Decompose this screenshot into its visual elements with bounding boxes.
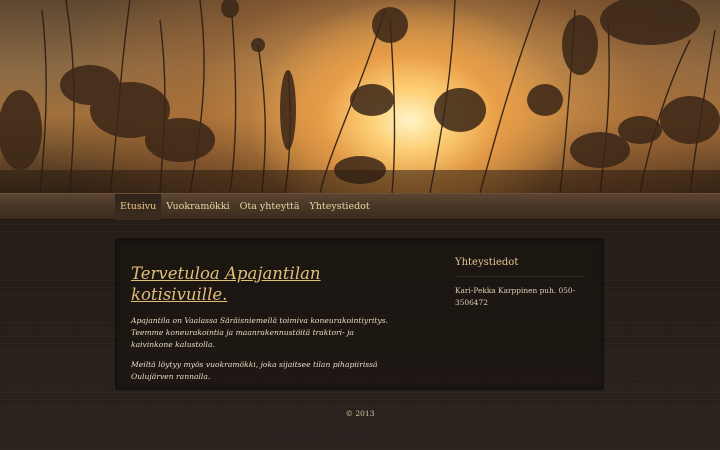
grass-silhouette bbox=[0, 0, 720, 193]
page-title: Tervetuloa Apajantilan kotisivuille. bbox=[131, 264, 321, 304]
cabin-paragraph: Meiltä löytyy myös vuokramökki, joka sij… bbox=[131, 360, 378, 381]
main-content: Tervetuloa Apajantilan kotisivuille. Apa… bbox=[131, 263, 391, 383]
nav-item-yhteystiedot[interactable]: Yhteystiedot bbox=[305, 194, 375, 220]
contact-info: Kari-Pekka Karppinen puh. 050-3506472 bbox=[455, 286, 576, 307]
nav-item-vuokramokki[interactable]: Vuokramökki bbox=[161, 194, 234, 220]
main-nav: Etusivu Vuokramökki Ota yhteyttä Yhteyst… bbox=[115, 194, 375, 220]
nav-item-ota-yhteytta[interactable]: Ota yhteyttä bbox=[235, 194, 305, 220]
nav-item-etusivu[interactable]: Etusivu bbox=[115, 194, 162, 220]
nav-bar: Etusivu Vuokramökki Ota yhteyttä Yhteyst… bbox=[0, 193, 720, 220]
header-banner-image bbox=[0, 0, 720, 193]
intro-paragraph: Apajantila on Vaalassa Säräisniemellä to… bbox=[131, 316, 388, 349]
content-panel: Tervetuloa Apajantilan kotisivuille. Apa… bbox=[115, 238, 604, 390]
footer-copyright: © 2013 bbox=[345, 409, 375, 418]
sidebar: Yhteystiedot Kari-Pekka Karppinen puh. 0… bbox=[455, 257, 583, 309]
sidebar-title: Yhteystiedot bbox=[455, 257, 583, 277]
